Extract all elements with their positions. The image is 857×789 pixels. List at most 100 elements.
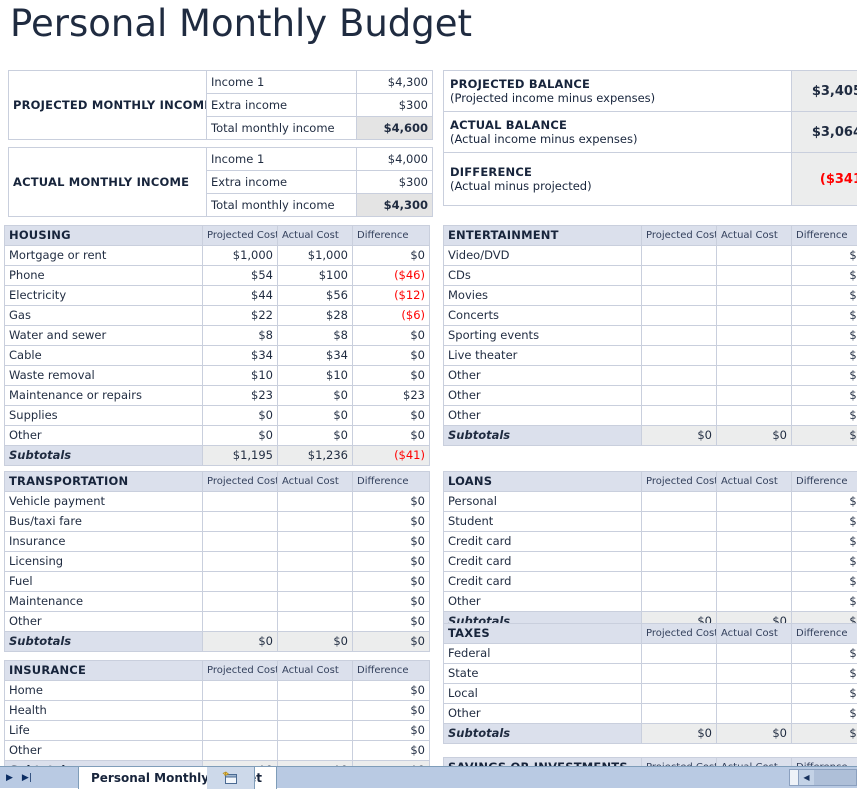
- row-projected-cost[interactable]: [642, 366, 717, 386]
- row-projected-cost[interactable]: [203, 701, 278, 721]
- row-label[interactable]: Bus/taxi fare: [5, 512, 203, 532]
- row-actual-cost[interactable]: [278, 701, 353, 721]
- row-actual-cost[interactable]: [278, 721, 353, 741]
- row-projected-cost[interactable]: [642, 664, 717, 684]
- row-projected-cost[interactable]: $1,000: [203, 246, 278, 266]
- row-actual-cost[interactable]: [717, 366, 792, 386]
- row-actual-cost[interactable]: [717, 406, 792, 426]
- row-projected-cost[interactable]: [642, 592, 717, 612]
- row-projected-cost[interactable]: $8: [203, 326, 278, 346]
- income-item-value[interactable]: $4,000: [357, 148, 433, 171]
- row-label[interactable]: Gas: [5, 306, 203, 326]
- row-label[interactable]: Home: [5, 681, 203, 701]
- row-label[interactable]: Maintenance: [5, 592, 203, 612]
- row-label[interactable]: Electricity: [5, 286, 203, 306]
- row-projected-cost[interactable]: $0: [203, 426, 278, 446]
- row-projected-cost[interactable]: [203, 681, 278, 701]
- row-projected-cost[interactable]: [203, 492, 278, 512]
- row-label[interactable]: Live theater: [444, 346, 642, 366]
- row-projected-cost[interactable]: [203, 572, 278, 592]
- row-actual-cost[interactable]: $0: [278, 386, 353, 406]
- row-actual-cost[interactable]: [717, 326, 792, 346]
- row-actual-cost[interactable]: [278, 741, 353, 761]
- row-label[interactable]: CDs: [444, 266, 642, 286]
- row-label[interactable]: Concerts: [444, 306, 642, 326]
- row-actual-cost[interactable]: [717, 266, 792, 286]
- row-actual-cost[interactable]: $8: [278, 326, 353, 346]
- row-label[interactable]: Local: [444, 684, 642, 704]
- row-actual-cost[interactable]: $10: [278, 366, 353, 386]
- row-label[interactable]: Credit card: [444, 572, 642, 592]
- scrollbar-track[interactable]: [814, 770, 856, 785]
- income-total-value[interactable]: $4,600: [357, 117, 433, 140]
- income-item-value[interactable]: $300: [357, 171, 433, 194]
- row-label[interactable]: Personal: [444, 492, 642, 512]
- scroll-left-arrow-icon[interactable]: ◀: [799, 770, 814, 785]
- row-projected-cost[interactable]: $23: [203, 386, 278, 406]
- income-total-value[interactable]: $4,300: [357, 194, 433, 217]
- row-projected-cost[interactable]: [203, 512, 278, 532]
- row-actual-cost[interactable]: [717, 592, 792, 612]
- row-projected-cost[interactable]: $22: [203, 306, 278, 326]
- row-label[interactable]: Other: [444, 704, 642, 724]
- row-actual-cost[interactable]: $0: [278, 406, 353, 426]
- row-projected-cost[interactable]: [203, 612, 278, 632]
- row-actual-cost[interactable]: [717, 286, 792, 306]
- balance-row-value[interactable]: ($341: [792, 153, 857, 206]
- row-projected-cost[interactable]: [642, 306, 717, 326]
- row-projected-cost[interactable]: $10: [203, 366, 278, 386]
- insert-worksheet-tab[interactable]: [207, 767, 255, 789]
- row-label[interactable]: Mortgage or rent: [5, 246, 203, 266]
- row-actual-cost[interactable]: $100: [278, 266, 353, 286]
- row-projected-cost[interactable]: [642, 704, 717, 724]
- row-label[interactable]: Insurance: [5, 532, 203, 552]
- row-label[interactable]: Maintenance or repairs: [5, 386, 203, 406]
- row-label[interactable]: Licensing: [5, 552, 203, 572]
- row-label[interactable]: Other: [444, 406, 642, 426]
- row-actual-cost[interactable]: [278, 572, 353, 592]
- row-projected-cost[interactable]: [642, 246, 717, 266]
- row-actual-cost[interactable]: [717, 306, 792, 326]
- row-projected-cost[interactable]: [642, 346, 717, 366]
- row-actual-cost[interactable]: [717, 644, 792, 664]
- row-projected-cost[interactable]: [642, 286, 717, 306]
- row-actual-cost[interactable]: [278, 612, 353, 632]
- scrollbar-split-grip[interactable]: [790, 770, 799, 785]
- row-actual-cost[interactable]: [278, 681, 353, 701]
- row-projected-cost[interactable]: [642, 644, 717, 664]
- row-label[interactable]: Movies: [444, 286, 642, 306]
- row-projected-cost[interactable]: $0: [203, 406, 278, 426]
- row-label[interactable]: Fuel: [5, 572, 203, 592]
- row-label[interactable]: Credit card: [444, 552, 642, 572]
- row-projected-cost[interactable]: $34: [203, 346, 278, 366]
- row-actual-cost[interactable]: $56: [278, 286, 353, 306]
- income-item-label[interactable]: Total monthly income: [207, 117, 357, 140]
- row-projected-cost[interactable]: [203, 741, 278, 761]
- row-projected-cost[interactable]: [642, 572, 717, 592]
- income-item-label[interactable]: Extra income: [207, 94, 357, 117]
- row-actual-cost[interactable]: [717, 704, 792, 724]
- row-projected-cost[interactable]: [203, 592, 278, 612]
- next-sheet-icon[interactable]: ▶: [6, 774, 13, 783]
- income-item-label[interactable]: Total monthly income: [207, 194, 357, 217]
- row-label[interactable]: Other: [5, 741, 203, 761]
- row-label[interactable]: Phone: [5, 266, 203, 286]
- income-item-label[interactable]: Income 1: [207, 148, 357, 171]
- row-label[interactable]: Other: [5, 426, 203, 446]
- sheet-nav-buttons[interactable]: ▶ ▶|: [2, 770, 76, 786]
- row-projected-cost[interactable]: [642, 492, 717, 512]
- row-label[interactable]: Health: [5, 701, 203, 721]
- row-projected-cost[interactable]: [203, 552, 278, 572]
- row-label[interactable]: Vehicle payment: [5, 492, 203, 512]
- row-actual-cost[interactable]: [717, 346, 792, 366]
- row-label[interactable]: Water and sewer: [5, 326, 203, 346]
- row-actual-cost[interactable]: $0: [278, 426, 353, 446]
- row-actual-cost[interactable]: [717, 492, 792, 512]
- row-projected-cost[interactable]: [642, 684, 717, 704]
- row-label[interactable]: Video/DVD: [444, 246, 642, 266]
- row-actual-cost[interactable]: $1,000: [278, 246, 353, 266]
- row-label[interactable]: Waste removal: [5, 366, 203, 386]
- row-projected-cost[interactable]: [642, 512, 717, 532]
- row-projected-cost[interactable]: $54: [203, 266, 278, 286]
- row-actual-cost[interactable]: [717, 664, 792, 684]
